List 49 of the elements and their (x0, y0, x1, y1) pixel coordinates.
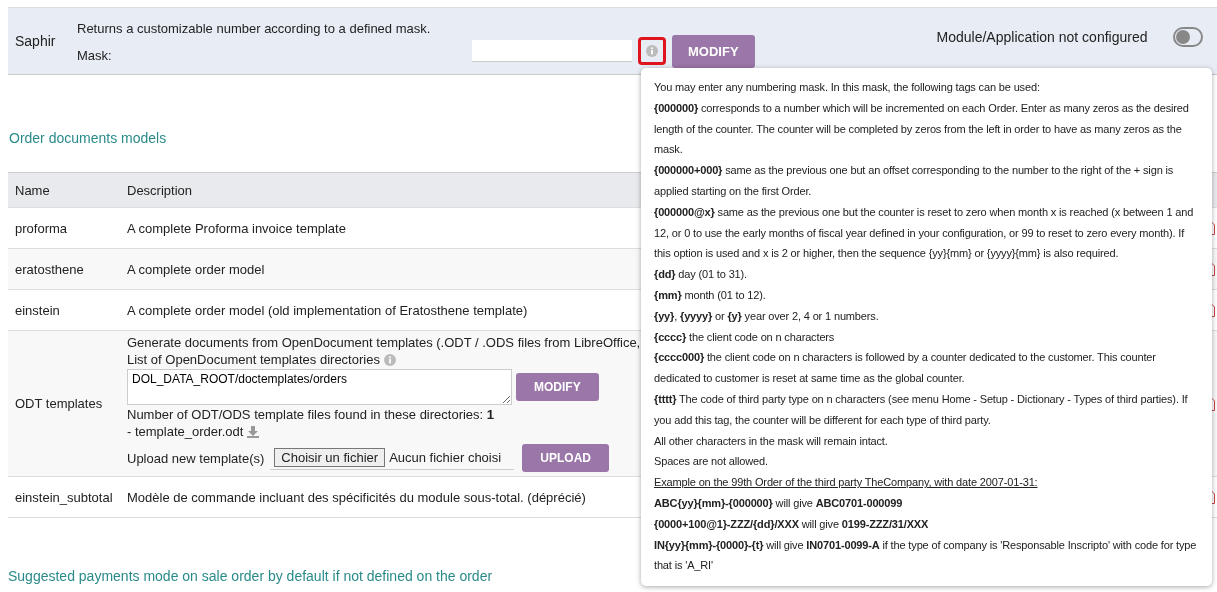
tooltip-text: Example on the 99th Order of the third party TheCompany, with date 2007-01-31: (654, 475, 1039, 491)
tooltip-text: {dd} day (01 to 31). (654, 267, 748, 283)
mask-label: Mask: (77, 48, 113, 63)
module-name: Saphir (14, 33, 57, 49)
section-title: Order documents models (9, 130, 167, 146)
odt-description: Generate documents from OpenDocument templates (.ODT / .ODS files from LibreOffice, (127, 335, 641, 350)
tooltip-text: {yy}, {yyyy} or {y} year over 2, 4 or 1 numbers. (654, 308, 880, 324)
tooltip-text: {0000+100@1}-ZZZ/{dd}/XXX will give 0199-ZZZ/31/XXX (654, 516, 930, 532)
directories-field[interactable]: DOL_DATA_ROOT/doctemplates/orders (127, 369, 512, 405)
upload-label: Upload new template(s) (127, 450, 265, 466)
tooltip-text: {cccc000} the client code on n characters is followed by a counter dedicated to the customer. This counter dedicated to customer is reset at same time as the global counter. (654, 350, 1157, 387)
tooltip-text: IN{yy}{mm}-{0000}-{t} will give IN0701-0099-A if the type of company is 'Responsable Inscripto' with code for type that is 'A_RI' (654, 537, 1198, 574)
module-status: Module/Application not configured (936, 29, 1148, 45)
table-cell: proforma (15, 220, 68, 236)
modify-button[interactable]: MODIFY (516, 373, 599, 401)
tooltip-text: {000000} corresponds to a number which will be incremented on each Order. Enter as many zeros as the desired length of the counter. The counter will be completed by zeros from the left in order to have as many zeros as the mask. (654, 100, 1190, 158)
tooltip-text: You may enter any numbering mask. In this mask, the following tags can be used: (654, 80, 1041, 95)
directories-label: List of OpenDocument templates directories (127, 352, 380, 367)
download-icon[interactable] (247, 425, 260, 438)
choose-file-button[interactable]: Choisir un fichier (274, 447, 386, 467)
table-cell: A complete Proforma invoice template (127, 220, 346, 236)
upload-button[interactable]: UPLOAD (522, 444, 609, 472)
table-cell: eratosthene (15, 261, 84, 277)
column-header: Description (127, 182, 193, 198)
tooltip-text: All other characters in the mask will remain intact. (654, 433, 889, 449)
tooltip-text: {mm} month (01 to 12). (654, 287, 767, 303)
section-title: Suggested payments mode on sale order by default if not defined on the order (8, 568, 493, 584)
table-cell: einstein_subtotal (15, 489, 113, 505)
modify-button[interactable]: MODIFY (672, 34, 755, 68)
toggle-switch[interactable] (1173, 27, 1204, 47)
info-icon (383, 353, 396, 366)
table-cell: ODT templates (15, 396, 103, 411)
tooltip-text: {tttt} The code of third party type on n characters (see menu Home - Setup - Dictionary - Types of third parties). If you add this tag, the counter will be different for each type of third party. (654, 391, 1189, 428)
tooltip-text: {000000@x} same as the previous one but the counter is reset to zero when month x is reached (x between 1 and 12, or 0 to use the early months of fiscal year defined in your configuration, or 99 to reset to zero every month). If this option is used and x is 2 or higher, then the sequence {yy}{mm} or {yyyy}{mm} is also required. (654, 204, 1195, 262)
table-cell: Modèle de commande incluant des spécificités du module sous-total. (déprécié) (127, 489, 586, 505)
files-found-text: Number of ODT/ODS template files found in these directories: 1 (127, 407, 495, 422)
tooltip-text: {000000+000} same as the previous one but an offset corresponding to the number to the right of the + sign is applied starting on the first Order. (654, 163, 1175, 199)
mask-input[interactable] (472, 40, 632, 62)
table-cell: einstein (15, 302, 60, 318)
template-file-link[interactable]: - template_order.odt (127, 424, 244, 439)
tooltip-text: Spaces are not allowed. (654, 454, 769, 470)
module-description: Returns a customizable number according to a defined mask. (77, 21, 432, 36)
tooltip-text: {cccc} the client code on n characters (654, 329, 836, 345)
tooltip-text: ABC{yy}{mm}-{000000} will give ABC0701-000099 (654, 495, 904, 511)
no-file-text: Aucun fichier choisi (389, 449, 502, 465)
info-icon (646, 45, 658, 57)
table-cell: A complete order model (old implementation of Eratosthene template) (127, 302, 528, 318)
table-cell: A complete order model (127, 261, 265, 277)
column-header: Name (15, 182, 50, 198)
